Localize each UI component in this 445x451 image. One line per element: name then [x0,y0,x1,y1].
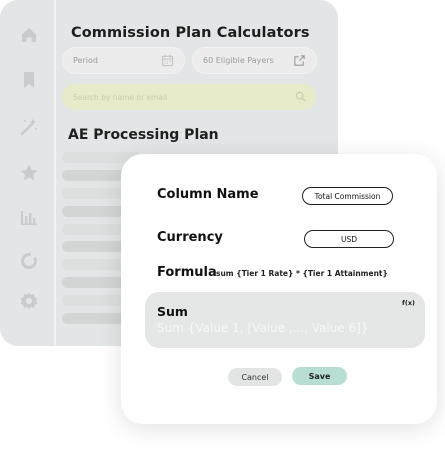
calendar-icon [161,54,174,67]
column-name-field[interactable]: Total Commission [302,187,393,205]
fx-icon: f(x) [402,299,415,307]
search-input[interactable]: Search by name or email [62,84,316,110]
star-icon[interactable] [18,162,40,184]
export-icon[interactable] [293,54,306,67]
formula-input[interactable]: sum {Tier 1 Rate} * {Tier 1 Attainment} [216,269,388,278]
column-name-label: Column Name [157,187,259,202]
eligible-payers-field[interactable]: 60 Eligible Payers [192,47,317,74]
function-title: Sum [157,304,188,319]
circle-sync-icon[interactable] [18,250,40,272]
currency-label: Currency [157,230,223,245]
search-placeholder: Search by name or email [73,92,168,102]
save-button[interactable]: Save [292,367,347,385]
magic-wand-icon[interactable] [18,116,40,138]
period-input[interactable]: Period [62,47,185,74]
plan-title: AE Processing Plan [68,127,219,143]
app-title: Commission Plan Calculators [71,25,310,41]
sidebar [0,0,56,346]
period-placeholder: Period [73,56,98,65]
formula-label: Formula [157,265,217,280]
column-editor-modal: Column Name Total Commission Currency US… [121,154,437,424]
search-icon [295,91,306,102]
function-suggestion[interactable]: Sum Sum {Value 1, [Value ,..., Value 6]}… [145,292,425,348]
bookmark-icon[interactable] [18,69,40,91]
currency-select[interactable]: USD [304,230,394,248]
function-syntax: Sum {Value 1, [Value ,..., Value 6]} [157,321,369,335]
bar-chart-icon[interactable] [18,206,40,228]
cancel-button[interactable]: Cancel [228,368,282,386]
eligible-payers-label: 60 Eligible Payers [203,56,274,65]
gear-icon[interactable] [18,290,40,312]
home-icon[interactable] [18,24,40,46]
